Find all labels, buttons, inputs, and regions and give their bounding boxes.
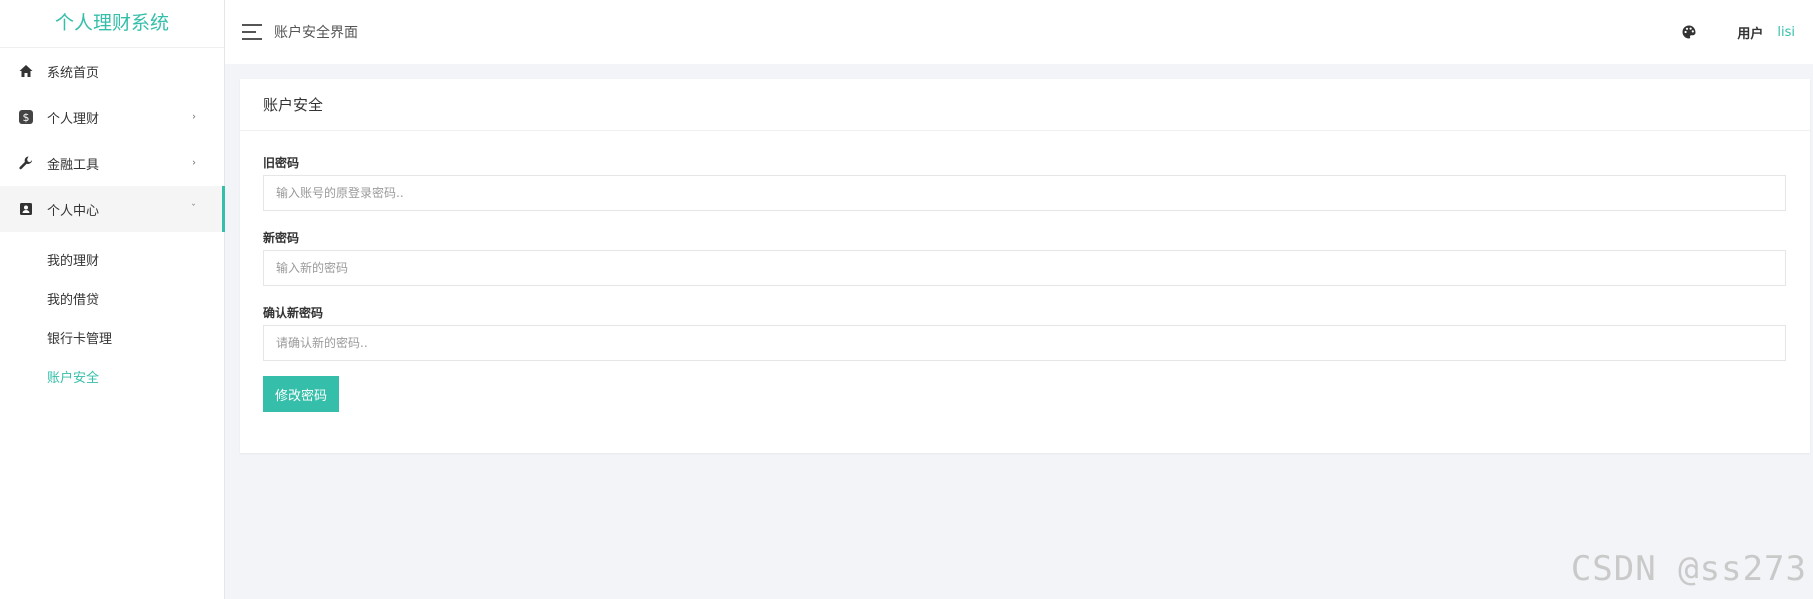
top-header: 账户安全界面 用户 lisi (225, 0, 1813, 64)
chevron-down-icon: ˇ (191, 203, 196, 215)
sidebar-item-personal-center[interactable]: 个人中心 ˇ (0, 186, 225, 232)
menu-toggle-icon[interactable] (242, 24, 264, 40)
chevron-right-icon: › (192, 111, 196, 123)
account-security-card: 账户安全 旧密码 新密码 确认新密码 修改密码 (240, 79, 1810, 453)
chevron-right-icon: › (192, 157, 196, 169)
new-password-input[interactable] (263, 250, 1786, 286)
user-label: 用户 (1737, 26, 1764, 42)
sidebar: 个人理财系统 系统首页 $ 个人理财 › 金融工具 › 个人中心 ˇ 我的理财 … (0, 0, 225, 599)
new-password-label: 新密码 (263, 231, 300, 245)
app-root: 个人理财系统 系统首页 $ 个人理财 › 金融工具 › 个人中心 ˇ 我的理财 … (0, 0, 1813, 599)
header-right: 用户 lisi (1681, 0, 1795, 64)
sidebar-item-label: 系统首页 (47, 65, 100, 81)
card-title: 账户安全 (240, 79, 1810, 131)
sidebar-item-finance[interactable]: $ 个人理财 › (0, 94, 224, 140)
sidebar-item-tools[interactable]: 金融工具 › (0, 140, 224, 186)
brand-title: 个人理财系统 (0, 0, 224, 48)
confirm-password-label: 确认新密码 (263, 306, 324, 320)
old-password-input[interactable] (263, 175, 1786, 211)
contact-card-icon (17, 200, 35, 218)
sidebar-item-label: 金融工具 (47, 157, 100, 173)
submenu-item-bank-cards[interactable]: 银行卡管理 (0, 320, 224, 359)
submenu-personal-center: 我的理财 我的借贷 银行卡管理 账户安全 (0, 232, 224, 398)
wrench-icon (17, 154, 35, 172)
old-password-label: 旧密码 (263, 156, 300, 170)
submenu-item-my-finance[interactable]: 我的理财 (0, 242, 224, 281)
confirm-password-input[interactable] (263, 325, 1786, 361)
user-name-link[interactable]: lisi (1777, 25, 1795, 40)
dollar-icon: $ (17, 108, 35, 126)
password-form: 旧密码 新密码 确认新密码 修改密码 (240, 131, 1810, 412)
palette-icon[interactable] (1681, 24, 1697, 40)
submenu-item-my-loans[interactable]: 我的借贷 (0, 281, 224, 320)
home-icon (17, 62, 35, 80)
svg-text:$: $ (23, 111, 30, 124)
change-password-button[interactable]: 修改密码 (263, 376, 340, 412)
sidebar-item-home[interactable]: 系统首页 (0, 48, 224, 94)
sidebar-item-label: 个人中心 (47, 203, 100, 219)
submenu-item-account-security[interactable]: 账户安全 (0, 359, 224, 398)
page-title: 账户安全界面 (274, 25, 358, 41)
sidebar-item-label: 个人理财 (47, 111, 100, 127)
watermark: CSDN @ss273 (1570, 549, 1807, 589)
